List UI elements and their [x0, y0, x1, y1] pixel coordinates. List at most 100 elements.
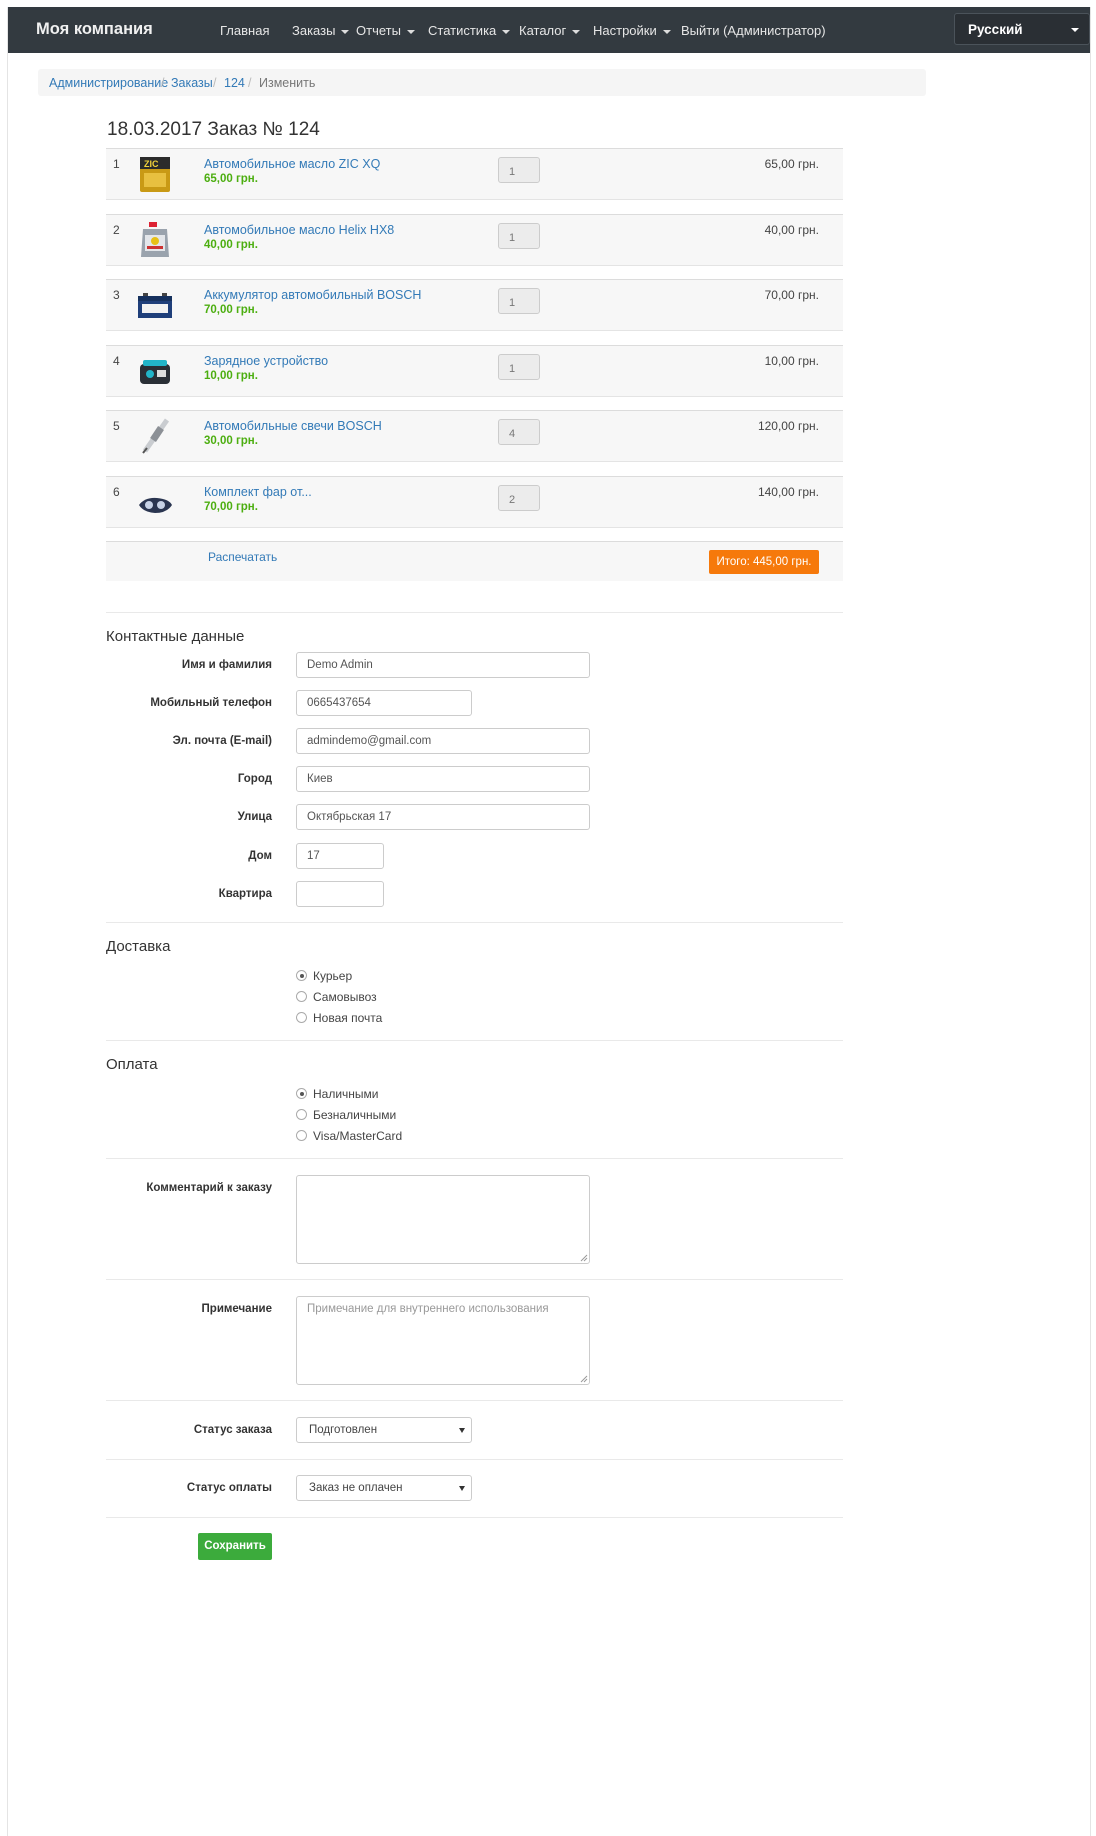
product-price: 40,00 грн. [204, 239, 258, 251]
order-row: 1 ZIC Автомобильное масло ZIC XQ 65,00 г… [106, 148, 843, 200]
divider [106, 1158, 843, 1159]
product-price: 70,00 грн. [204, 304, 258, 316]
nav-logout[interactable]: Выйти (Администратор) [681, 23, 826, 38]
delivery-option-label: Курьер [313, 969, 353, 983]
radio-icon[interactable] [296, 991, 307, 1002]
nav-statistics[interactable]: Статистика [428, 23, 511, 38]
nav-orders-label: Заказы [292, 23, 336, 38]
nav-settings[interactable]: Настройки [593, 23, 671, 38]
payment-option-cash[interactable]: Наличными [296, 1087, 379, 1101]
contact-section-title: Контактные данные [106, 628, 245, 645]
email-label: Эл. почта (E-mail) [172, 735, 272, 747]
total-button[interactable]: Итого: 445,00 грн. [709, 550, 819, 574]
radio-checked-icon[interactable] [296, 1088, 307, 1099]
quantity-input[interactable]: 1 [498, 288, 540, 314]
quantity-input[interactable]: 1 [498, 223, 540, 249]
payment-option-cashless[interactable]: Безналичными [296, 1108, 396, 1122]
delivery-option-label: Новая почта [313, 1011, 383, 1025]
row-number: 2 [113, 223, 120, 237]
print-link[interactable]: Распечатать [208, 550, 277, 564]
row-sum: 140,00 грн. [757, 485, 819, 499]
dropdown-arrow-icon [459, 1428, 465, 1433]
product-price: 70,00 грн. [204, 501, 258, 513]
product-price: 65,00 грн. [204, 173, 258, 185]
phone-field[interactable]: 0665437654 [296, 690, 472, 716]
row-sum: 10,00 грн. [764, 354, 819, 368]
nav-reports[interactable]: Отчеты [356, 23, 415, 38]
divider [106, 1400, 843, 1401]
phone-label: Мобильный телефон [150, 697, 272, 709]
quantity-input[interactable]: 1 [498, 157, 540, 183]
chevron-down-icon [662, 29, 671, 34]
order-row: 6 Комплект фар от... 70,00 грн. 2 140,00… [106, 476, 843, 528]
apartment-label: Квартира [218, 888, 272, 900]
quantity-input[interactable]: 1 [498, 354, 540, 380]
comment-textarea[interactable] [296, 1175, 590, 1264]
product-price: 10,00 грн. [204, 370, 258, 382]
nav-catalog[interactable]: Каталог [519, 23, 581, 38]
chevron-down-icon [502, 29, 511, 34]
brand-logo[interactable]: Моя компания [36, 20, 153, 39]
product-link[interactable]: Автомобильное масло ZIC XQ [204, 157, 380, 171]
divider [106, 1459, 843, 1460]
nav-settings-label: Настройки [593, 23, 657, 38]
payment-option-label: Наличными [313, 1087, 379, 1101]
breadcrumb-separator: / [161, 76, 165, 90]
order-row: 4 Зарядное устройство 10,00 грн. 1 10,00… [106, 345, 843, 397]
language-value: Русский [968, 22, 1023, 37]
row-number: 1 [113, 157, 120, 171]
product-link[interactable]: Автомобильное масло Helix HX8 [204, 223, 394, 237]
note-textarea[interactable]: Примечание для внутреннего использования [296, 1296, 590, 1385]
house-field[interactable]: 17 [296, 843, 384, 869]
delivery-section-title: Доставка [106, 938, 171, 955]
language-select[interactable]: Русский [954, 13, 1090, 45]
save-button[interactable]: Сохранить [198, 1533, 272, 1560]
nav-catalog-label: Каталог [519, 23, 567, 38]
payment-option-label: Безналичными [313, 1108, 397, 1122]
quantity-input[interactable]: 4 [498, 419, 540, 445]
note-placeholder: Примечание для внутреннего использования [307, 1303, 549, 1315]
order-row: 2 Автомобильное масло Helix HX8 40,00 гр… [106, 214, 843, 266]
row-sum: 40,00 грн. [764, 223, 819, 237]
payment-section-title: Оплата [106, 1056, 158, 1073]
payment-option-card[interactable]: Visa/MasterCard [296, 1129, 402, 1143]
payment-status-select[interactable]: Заказ не оплачен [296, 1475, 472, 1501]
order-total-bar: Распечатать Итого: 445,00 грн. [106, 541, 843, 581]
radio-icon[interactable] [296, 1012, 307, 1023]
breadcrumb-separator: / [213, 76, 217, 90]
nav-home[interactable]: Главная [220, 23, 269, 38]
radio-icon[interactable] [296, 1130, 307, 1141]
breadcrumb-order-id[interactable]: 124 [224, 76, 245, 90]
delivery-option-courier[interactable]: Курьер [296, 969, 352, 983]
street-field[interactable]: Октябрьская 17 [296, 804, 590, 830]
breadcrumb-admin[interactable]: Администрирование [49, 76, 168, 90]
delivery-option-nova-poshta[interactable]: Новая почта [296, 1011, 382, 1025]
radio-checked-icon[interactable] [296, 970, 307, 981]
product-link[interactable]: Комплект фар от... [204, 485, 312, 499]
chevron-down-icon [572, 29, 581, 34]
quantity-input[interactable]: 2 [498, 485, 540, 511]
nav-reports-label: Отчеты [356, 23, 401, 38]
nav-orders[interactable]: Заказы [292, 23, 350, 38]
product-link[interactable]: Зарядное устройство [204, 354, 328, 368]
delivery-option-pickup[interactable]: Самовывоз [296, 990, 377, 1004]
product-link[interactable]: Аккумулятор автомобильный BOSCH [204, 288, 421, 302]
comment-label: Комментарий к заказу [146, 1182, 272, 1194]
name-field[interactable]: Demo Admin [296, 652, 590, 678]
order-status-label: Статус заказа [193, 1424, 272, 1436]
resize-handle-icon[interactable] [580, 1375, 588, 1383]
payment-option-label: Visa/MasterCard [313, 1129, 403, 1143]
payment-status-label: Статус оплаты [186, 1482, 272, 1494]
oil-can-icon: ZIC [140, 157, 170, 192]
email-field[interactable]: admindemo@gmail.com [296, 728, 590, 754]
apartment-field[interactable] [296, 881, 384, 907]
radio-icon[interactable] [296, 1109, 307, 1120]
nav-home-label: Главная [220, 23, 270, 38]
resize-handle-icon[interactable] [580, 1254, 588, 1262]
order-status-select[interactable]: Подготовлен [296, 1417, 472, 1443]
product-link[interactable]: Автомобильные свечи BOSCH [204, 419, 382, 433]
divider [106, 922, 843, 923]
row-sum: 120,00 грн. [757, 419, 819, 433]
city-field[interactable]: Киев [296, 766, 590, 792]
breadcrumb-orders[interactable]: Заказы [171, 76, 213, 90]
